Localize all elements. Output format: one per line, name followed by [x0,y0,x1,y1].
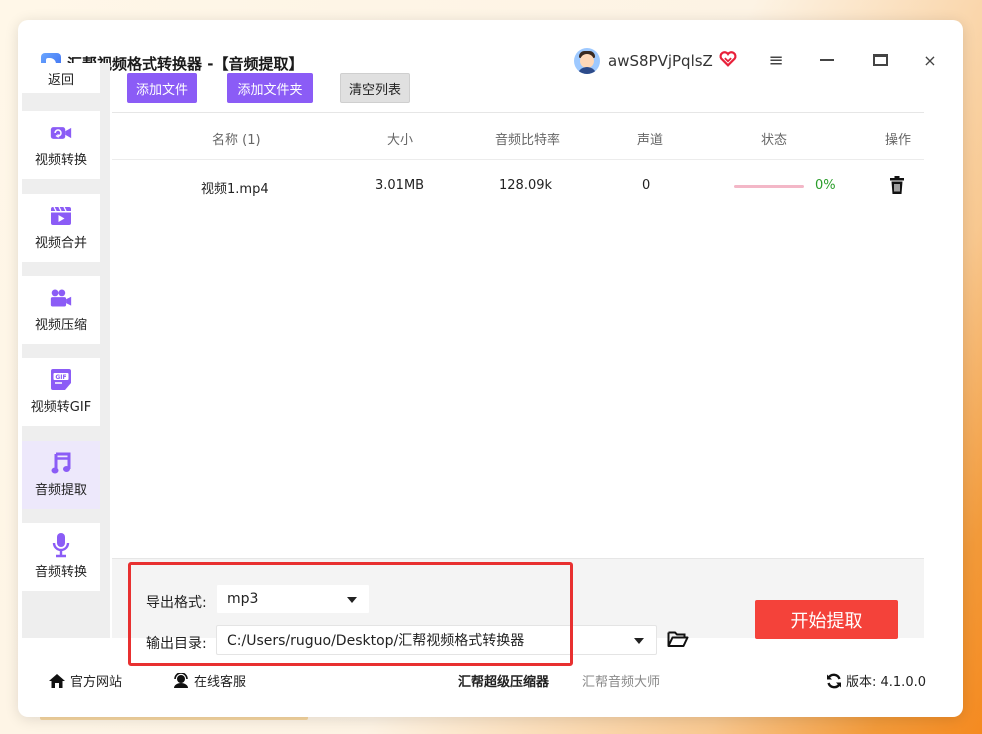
file-name: 视频1.mp4 [201,182,269,197]
version-info[interactable]: 版本: 4.1.0.0 [826,671,926,690]
add-folder-button[interactable]: 添加文件夹 [227,73,313,103]
support-agent-icon [174,672,188,688]
main-panel: 添加文件 添加文件夹 清空列表 名称 (1) 大小 音频比特率 声道 状态 操作… [112,63,924,638]
start-extract-button[interactable]: 开始提取 [755,600,898,639]
sidebar-item-label: 视频合并 [34,236,87,251]
file-size: 3.01MB [375,178,425,193]
progress-percent: 0% [815,178,836,193]
gif-icon: GIF [50,369,72,391]
minimize-icon [820,59,834,61]
output-dir-select[interactable]: C:/Users/ruguo/Desktop/汇帮视频格式转换器 [216,625,657,655]
output-dir-label: 输出目录: [146,636,207,652]
sidebar-item-video-compress[interactable]: 视频压缩 [22,276,100,344]
home-icon [49,673,65,688]
sidebar-item-video-gif[interactable]: GIF 视频转GIF [22,358,100,426]
trash-icon[interactable] [887,175,907,195]
clear-list-button[interactable]: 清空列表 [340,73,410,103]
microphone-icon [50,533,72,558]
audio-master-link[interactable]: 汇帮音频大师 [582,671,660,690]
toolbar: 添加文件 添加文件夹 清空列表 [112,63,924,113]
video-merge-icon [50,205,72,227]
table-row[interactable]: 视频1.mp4 3.01MB 128.09k 0 0% [112,161,924,213]
chevron-down-icon [347,597,357,603]
column-header-channels[interactable]: 声道 [637,129,663,148]
sidebar-item-audio-extract[interactable]: 音频提取 [22,441,100,509]
sidebar: 返回 视频转换 视频合并 视频压缩 GIF 视频转GIF 音频提取 音频转换 [22,63,108,633]
version-label: 版本: 4.1.0.0 [846,675,926,690]
column-header-size[interactable]: 大小 [387,129,413,148]
column-header-name[interactable]: 名称 (1) [212,129,261,148]
sidebar-item-audio-convert[interactable]: 音频转换 [22,523,100,591]
sidebar-item-label: 音频转换 [34,565,87,580]
format-label: 导出格式: [146,595,207,611]
footer-bar: 官方网站 在线客服 汇帮超级压缩器 汇帮音频大师 版本: 4.1.0.0 [18,662,963,696]
website-link[interactable]: 官方网站 [48,671,122,690]
support-label: 在线客服 [194,675,247,690]
format-value: mp3 [227,591,259,607]
output-dir-value: C:/Users/ruguo/Desktop/汇帮视频格式转换器 [227,633,525,649]
sidebar-item-video-convert[interactable]: 视频转换 [22,111,100,179]
column-header-bitrate[interactable]: 音频比特率 [495,129,560,148]
sidebar-item-video-merge[interactable]: 视频合并 [22,194,100,262]
support-link[interactable]: 在线客服 [172,671,246,690]
column-header-status[interactable]: 状态 [761,129,787,148]
add-file-button[interactable]: 添加文件 [127,73,197,103]
audio-channels: 0 [642,178,651,193]
folder-open-icon[interactable] [667,630,689,648]
sidebar-item-label: 视频转GIF [30,400,92,415]
video-compress-icon [50,287,72,309]
gif-badge-text: GIF [55,374,66,381]
audio-bitrate: 128.09k [499,178,553,193]
progress-bar [734,185,804,188]
refresh-icon [827,673,841,688]
website-label: 官方网站 [70,675,123,690]
compressor-link[interactable]: 汇帮超级压缩器 [458,671,549,690]
sidebar-item-label: 视频压缩 [34,318,87,333]
music-note-icon [50,452,72,474]
video-convert-icon [50,122,72,144]
back-button[interactable]: 返回 [22,63,100,93]
chevron-down-icon [634,638,644,644]
format-select[interactable]: mp3 [216,584,370,614]
column-header-actions[interactable]: 操作 [885,129,911,148]
sidebar-item-label: 视频转换 [34,153,87,168]
table-header: 名称 (1) 大小 音频比特率 声道 状态 操作 [112,114,924,160]
sidebar-item-label: 音频提取 [34,483,87,498]
